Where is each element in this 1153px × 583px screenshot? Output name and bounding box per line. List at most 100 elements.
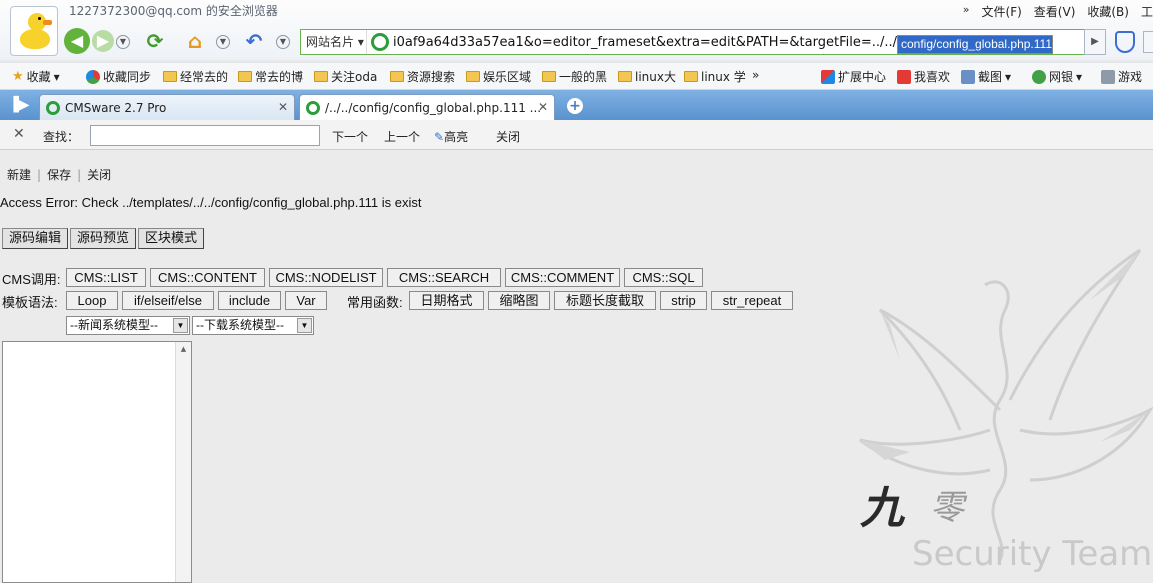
extension-icon <box>821 69 835 84</box>
folder-icon <box>390 71 404 82</box>
refresh-button[interactable]: ⟳ <box>144 30 166 52</box>
close-find-icon[interactable]: ✕ <box>13 126 25 142</box>
loop-button[interactable]: Loop <box>66 291 118 310</box>
site-card-button[interactable]: 网站名片 ▾ <box>301 30 367 54</box>
tab-config-file[interactable]: /../../config/config_global.php.111 ... … <box>299 94 555 120</box>
scroll-up-icon[interactable]: ▲ <box>176 345 191 353</box>
site-icon <box>46 100 60 115</box>
online-banking[interactable]: 网银 ▾ <box>1032 68 1082 85</box>
tab-strip: ▐▶ CMSware 2.7 Pro ✕ /../../config/confi… <box>0 90 1153 120</box>
scissors-icon <box>961 69 975 84</box>
find-next-button[interactable]: 下一个 <box>332 128 368 145</box>
find-close-button[interactable]: 关闭 <box>496 128 520 145</box>
home-dropdown-icon[interactable]: ▼ <box>216 35 230 49</box>
watermark-logo-jiu: 九 <box>860 483 904 534</box>
cms-sql-button[interactable]: CMS::SQL <box>624 268 703 287</box>
account-label: 1227372300@qq.com 的安全浏览器 <box>69 4 278 18</box>
site-secure-icon <box>371 33 389 51</box>
favorites-menu[interactable]: ★ 收藏 ▾ <box>12 68 60 85</box>
page-content: 九 零 Security Team 新建 | 保存 | 关闭 Access Error:… <box>0 150 1153 583</box>
close-link[interactable]: 关闭 <box>87 168 111 182</box>
editor-actions: 新建 | 保存 | 关闭 <box>7 168 112 182</box>
var-button[interactable]: Var <box>285 291 327 310</box>
folder-icon <box>618 71 632 82</box>
tab-block-mode[interactable]: 区块模式 <box>138 228 205 249</box>
strip-button[interactable]: strip <box>660 291 707 310</box>
highlight-button[interactable]: ✎高亮 <box>434 128 468 145</box>
close-tab-icon[interactable]: ✕ <box>278 100 288 114</box>
cms-nodelist-button[interactable]: CMS::NODELIST <box>269 268 383 287</box>
star-icon: ★ <box>12 69 24 84</box>
sidebar-toggle-icon[interactable]: ▐▶ <box>8 97 30 113</box>
back-button[interactable]: ◀ <box>64 28 90 54</box>
cms-content-button[interactable]: CMS::CONTENT <box>150 268 265 287</box>
home-button[interactable]: ⌂ <box>184 30 206 52</box>
fav-folder-2[interactable]: 常去的博 <box>238 68 303 85</box>
security-shield-icon[interactable] <box>1115 31 1135 53</box>
find-input[interactable] <box>90 125 320 146</box>
favorites-sync[interactable]: 收藏同步 <box>86 68 151 85</box>
str-repeat-button[interactable]: str_repeat <box>711 291 793 310</box>
cms-list-button[interactable]: CMS::LIST <box>66 268 146 287</box>
screenshot[interactable]: 截图 ▾ <box>961 68 1011 85</box>
new-link[interactable]: 新建 <box>7 168 31 182</box>
address-bar[interactable]: 网站名片 ▾ i0af9a64d33a57ea1&o=editor_frames… <box>300 29 1106 55</box>
cms-comment-button[interactable]: CMS::COMMENT <box>505 268 620 287</box>
fav-folder-4[interactable]: 资源搜索 <box>390 68 455 85</box>
toolbar-extra-button[interactable] <box>1143 31 1153 53</box>
favorites-overflow-icon[interactable]: » <box>752 68 759 82</box>
find-bar: ✕ 查找： 下一个 上一个 ✎高亮 关闭 <box>0 120 1153 150</box>
pen-icon: ✎ <box>434 130 445 144</box>
menu-file[interactable]: 文件(F) <box>982 3 1022 20</box>
editor-scrollbar[interactable]: ▲ <box>175 342 191 582</box>
tab-source-edit[interactable]: 源码编辑 <box>2 228 69 249</box>
error-message: Access Error: Check ../templates/../../c… <box>0 195 422 210</box>
menu-favorites[interactable]: 收藏(B) <box>1087 3 1129 20</box>
date-format-button[interactable]: 日期格式 <box>409 291 484 310</box>
fav-folder-5[interactable]: 娱乐区域 <box>466 68 531 85</box>
if-else-button[interactable]: if/elseif/else <box>122 291 214 310</box>
fav-folder-7[interactable]: linux大 <box>618 68 676 85</box>
folder-icon <box>684 71 698 82</box>
folder-icon <box>542 71 556 82</box>
menu-view[interactable]: 查看(V) <box>1034 3 1076 20</box>
find-prev-button[interactable]: 上一个 <box>384 128 420 145</box>
extension-center[interactable]: 扩展中心 <box>821 68 886 85</box>
address-url[interactable]: i0af9a64d33a57ea1&o=editor_frameset&extr… <box>393 34 1085 54</box>
menu-overflow-icon[interactable]: » <box>963 3 970 20</box>
fav-folder-6[interactable]: 一般的黑 <box>542 68 607 85</box>
tab-cmsware[interactable]: CMSware 2.7 Pro ✕ <box>39 94 295 120</box>
undo-close-button[interactable]: ↶ <box>243 30 265 52</box>
menu-tools[interactable]: 工 <box>1141 3 1153 20</box>
download-model-select[interactable]: --下载系统模型-- ▼ <box>192 316 314 335</box>
new-tab-button[interactable]: + <box>567 98 583 114</box>
title-truncate-button[interactable]: 标题长度截取 <box>554 291 656 310</box>
bank-icon <box>1032 69 1046 84</box>
i-like[interactable]: 我喜欢 <box>897 68 950 85</box>
games[interactable]: 游戏 <box>1101 68 1142 85</box>
address-url-selection: config/config_global.php.111 <box>897 34 1054 54</box>
heart-icon <box>897 69 911 84</box>
fav-folder-8[interactable]: linux 学 <box>684 68 746 85</box>
close-tab-icon[interactable]: ✕ <box>538 100 548 114</box>
sync-icon <box>86 69 100 84</box>
fav-folder-3[interactable]: 关注oda <box>314 68 377 85</box>
tab-source-preview[interactable]: 源码预览 <box>70 228 137 249</box>
chevron-down-icon: ▼ <box>297 318 312 333</box>
source-editor[interactable]: ▲ <box>2 341 192 583</box>
cms-call-label: CMS调用: <box>2 272 61 287</box>
thumbnail-button[interactable]: 缩略图 <box>488 291 550 310</box>
undo-dropdown-icon[interactable]: ▼ <box>276 35 290 49</box>
history-dropdown-icon[interactable]: ▼ <box>116 35 130 49</box>
save-link[interactable]: 保存 <box>47 168 71 182</box>
forward-button[interactable]: ▶ <box>92 30 114 52</box>
news-model-select[interactable]: --新闻系统模型-- ▼ <box>66 316 190 335</box>
fav-folder-1[interactable]: 经常去的 <box>163 68 228 85</box>
template-syntax-label: 模板语法: <box>2 295 58 310</box>
include-button[interactable]: include <box>218 291 281 310</box>
watermark-team: Security Team <box>912 534 1153 574</box>
cms-search-button[interactable]: CMS::SEARCH <box>387 268 501 287</box>
favorites-bar: ★ 收藏 ▾ 收藏同步 经常去的 常去的博 关注oda 资源搜索 娱乐区域 一般的… <box>0 62 1153 90</box>
browser-titlebar: 1227372300@qq.com 的安全浏览器 » 文件(F) 查看(V) 收… <box>0 0 1153 60</box>
go-button[interactable]: ▶ <box>1084 29 1106 55</box>
